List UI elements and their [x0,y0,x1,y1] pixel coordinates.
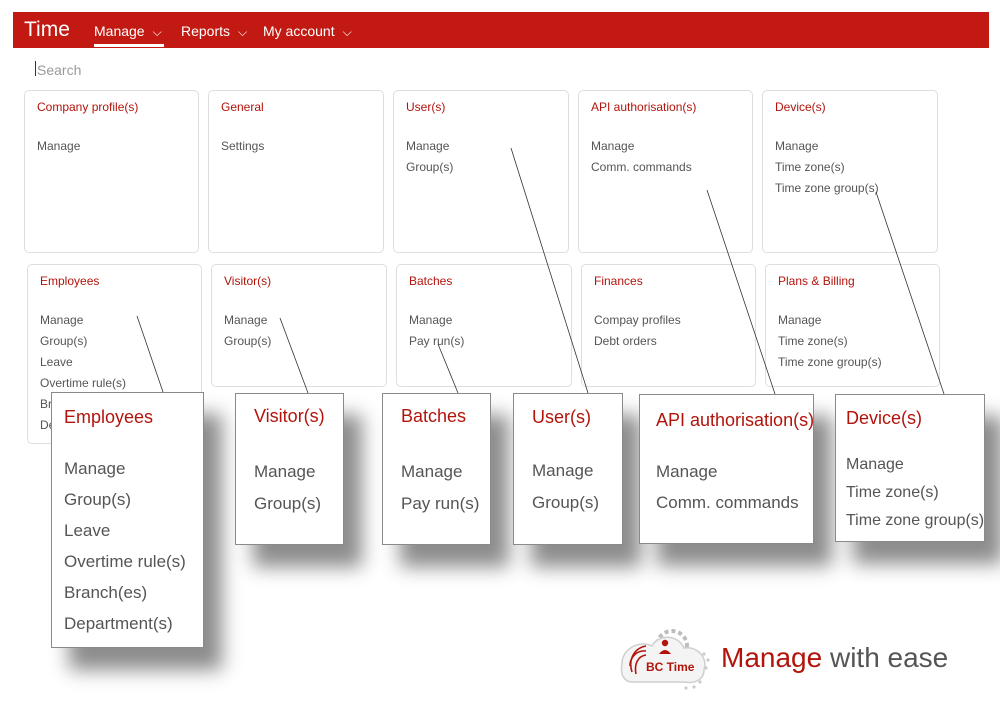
card-title: Plans & Billing [778,274,855,288]
card-link-groups[interactable]: Group(s) [406,157,556,178]
card-link-time-zone-groups[interactable]: Time zone group(s) [775,178,925,199]
zoom-title: Batches [401,406,467,426]
logo-text: BC Time [646,660,695,674]
card-title: General [221,100,264,114]
zoom-title: Employees [64,407,154,427]
zoom-users: User(s) Manage Group(s) [513,393,623,545]
card-title: Device(s) [775,100,826,114]
card-batches: Batches Manage Pay run(s) [396,264,572,387]
zoom-employees: Employees Manage Group(s) Leave Overtime… [51,392,204,648]
card-visitors: Visitor(s) Manage Group(s) [211,264,387,387]
zoom-link-manage[interactable]: Manage [532,461,593,481]
zoom-link-groups[interactable]: Group(s) [64,490,131,510]
tagline: Manage with ease [721,642,948,674]
nav-active-indicator [94,44,164,47]
zoom-batches: Batches Manage Pay run(s) [382,393,491,545]
user-icon [661,639,669,647]
nav-manage-label: Manage [94,23,145,39]
card-link-manage[interactable]: Manage [778,310,927,331]
chevron-down-icon: ⌵ [342,25,352,39]
card-finances: Finances Compay profiles Debt orders [581,264,756,387]
search-input[interactable] [35,60,339,80]
zoom-title: User(s) [532,407,591,427]
top-nav-bar: Time Manage ⌵ Reports ⌵ My account ⌵ [13,12,989,48]
card-link-manage[interactable]: Manage [409,310,559,331]
zoom-link-leave[interactable]: Leave [64,521,110,541]
zoom-link-manage[interactable]: Manage [254,462,315,482]
zoom-visitors: Visitor(s) Manage Group(s) [235,393,344,545]
app-title[interactable]: Time [24,18,70,42]
card-title: Batches [409,274,453,288]
chevron-down-icon: ⌵ [152,25,162,39]
card-title: Employees [40,274,100,288]
zoom-api-authorisations: API authorisation(s) Manage Comm. comman… [639,394,814,544]
card-title: Finances [594,274,643,288]
card-api-authorisations: API authorisation(s) Manage Comm. comman… [578,90,753,253]
zoom-link-manage[interactable]: Manage [401,462,462,482]
nav-my-account[interactable]: My account ⌵ [263,23,352,40]
nav-my-account-label: My account [263,23,335,39]
card-link-manage[interactable]: Manage [224,310,374,331]
tagline-with-ease: with ease [822,642,949,673]
card-link-time-zones[interactable]: Time zone(s) [778,331,927,352]
card-title: API authorisation(s) [591,100,697,114]
zoom-link-comm-commands[interactable]: Comm. commands [656,493,799,513]
card-link-settings[interactable]: Settings [221,136,371,157]
card-link-manage[interactable]: Manage [40,310,189,331]
zoom-title: Device(s) [846,408,923,428]
tagline-manage: Manage [721,642,823,673]
zoom-link-departments[interactable]: Department(s) [64,614,173,634]
zoom-link-branches[interactable]: Branch(es) [64,583,147,603]
zoom-link-groups[interactable]: Group(s) [532,493,599,513]
zoom-title: API authorisation(s) [656,410,815,430]
card-link-comm-commands[interactable]: Comm. commands [591,157,740,178]
card-link-manage[interactable]: Manage [406,136,556,157]
zoom-link-time-zone-groups[interactable]: Time zone group(s) [846,512,984,530]
card-link-leave[interactable]: Leave [40,352,189,373]
nav-manage[interactable]: Manage ⌵ [94,23,162,40]
zoom-devices: Device(s) Manage Time zone(s) Time zone … [835,394,985,542]
card-company-profiles: Company profile(s) Manage [24,90,199,253]
card-link-time-zones[interactable]: Time zone(s) [775,157,925,178]
card-title: Visitor(s) [224,274,272,288]
zoom-link-manage[interactable]: Manage [846,456,904,474]
zoom-link-groups[interactable]: Group(s) [254,494,321,514]
card-link-manage[interactable]: Manage [591,136,740,157]
card-link-groups[interactable]: Group(s) [40,331,189,352]
zoom-link-manage[interactable]: Manage [64,459,125,479]
card-link-time-zone-groups[interactable]: Time zone group(s) [778,352,927,373]
card-link-debt-orders[interactable]: Debt orders [594,331,743,352]
bc-time-logo: BC Time [620,629,710,690]
zoom-link-pay-runs[interactable]: Pay run(s) [401,494,479,514]
card-general: General Settings [208,90,384,253]
card-link-manage[interactable]: Manage [775,136,925,157]
zoom-title: Visitor(s) [254,406,325,426]
card-devices: Device(s) Manage Time zone(s) Time zone … [762,90,938,253]
nav-reports[interactable]: Reports ⌵ [181,23,247,40]
card-title: Company profile(s) [37,100,139,114]
card-link-company-profiles[interactable]: Compay profiles [594,310,743,331]
card-users: User(s) Manage Group(s) [393,90,569,253]
zoom-link-overtime-rules[interactable]: Overtime rule(s) [64,552,186,572]
zoom-link-manage[interactable]: Manage [656,462,717,482]
card-link-overtime-rules[interactable]: Overtime rule(s) [40,373,189,394]
nav-reports-label: Reports [181,23,231,39]
card-link-pay-runs[interactable]: Pay run(s) [409,331,559,352]
card-plans-billing: Plans & Billing Manage Time zone(s) Time… [765,264,940,387]
chevron-down-icon: ⌵ [238,25,248,39]
card-link-manage[interactable]: Manage [37,136,186,157]
zoom-link-time-zones[interactable]: Time zone(s) [846,484,939,502]
card-title: User(s) [406,100,446,114]
card-link-groups[interactable]: Group(s) [224,331,374,352]
